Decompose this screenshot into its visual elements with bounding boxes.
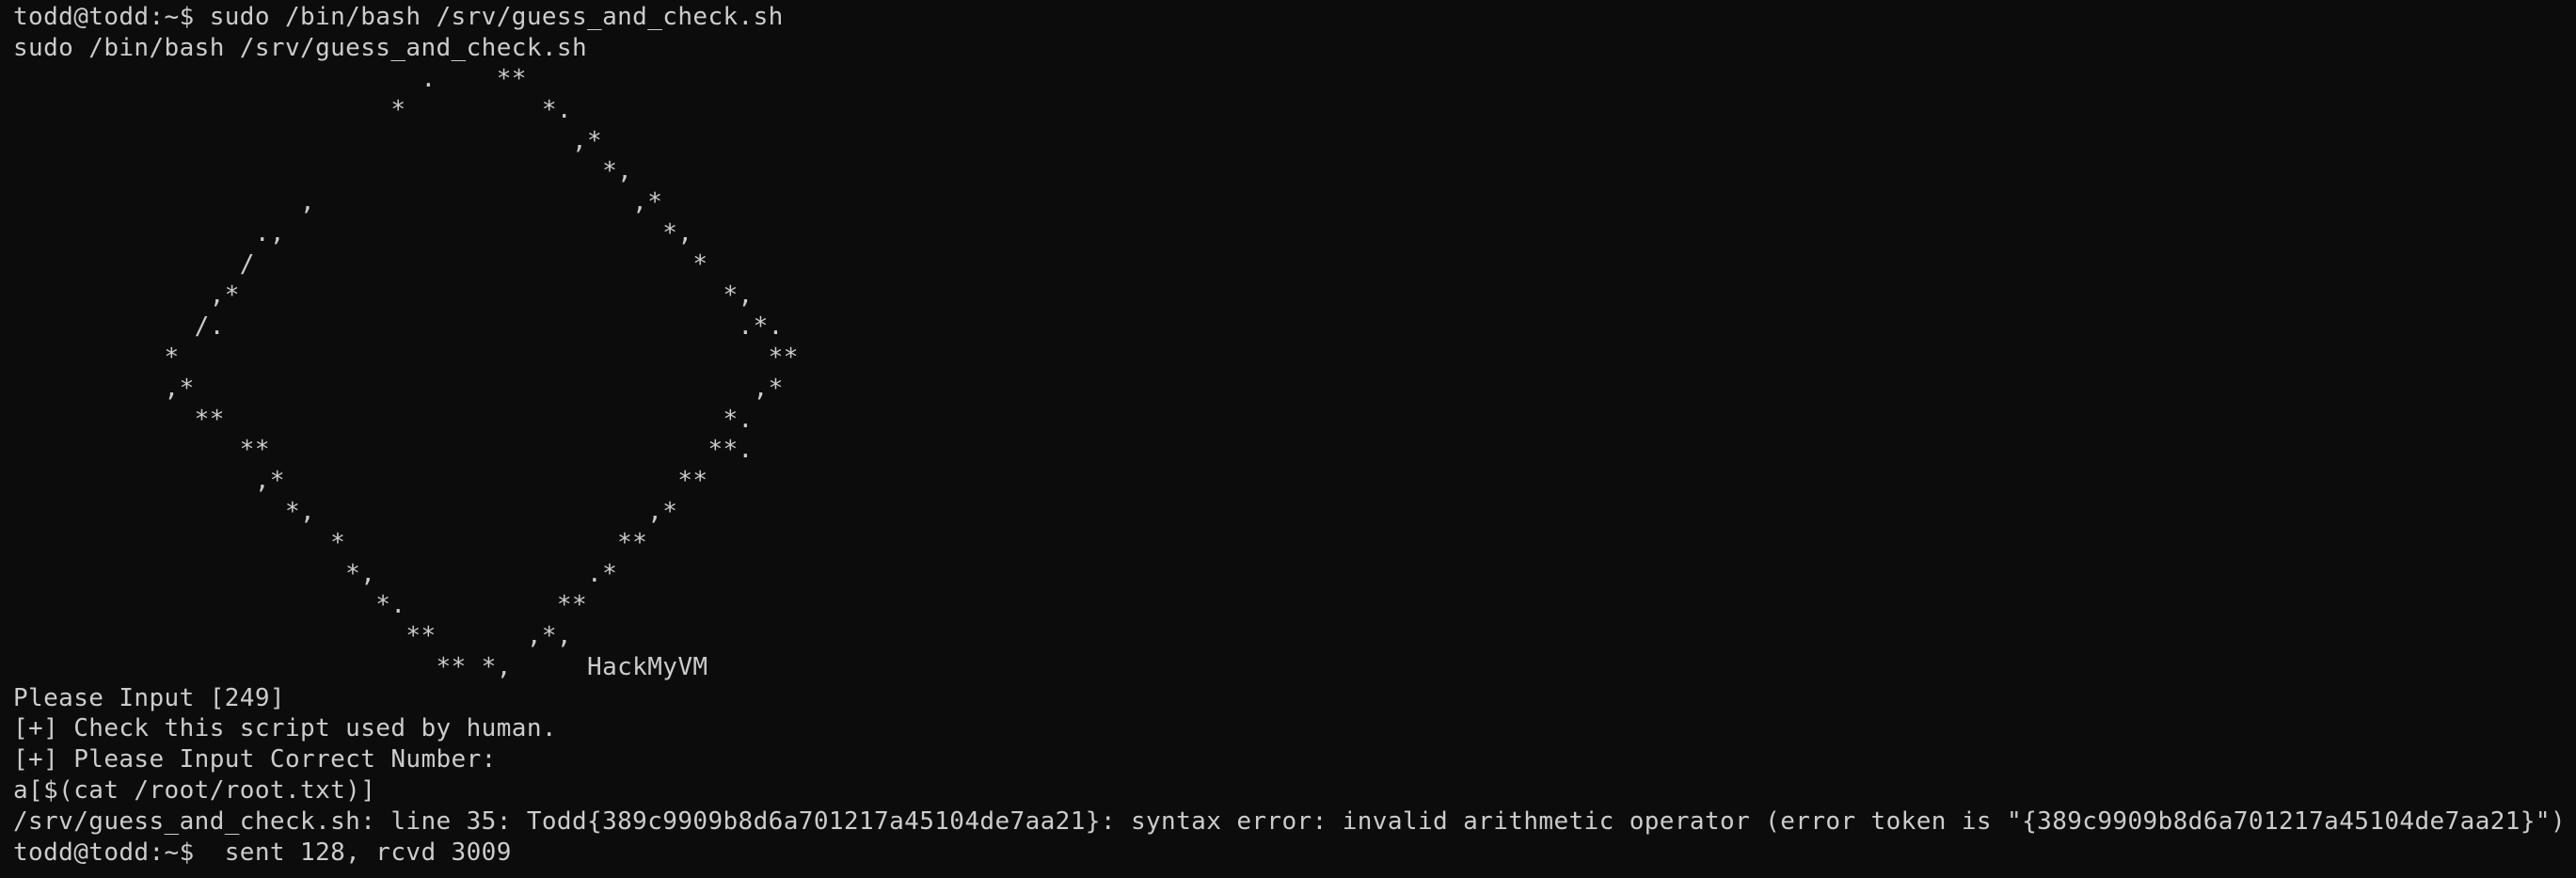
ascii-art-line: *, ,* xyxy=(13,498,678,527)
ascii-art-line: ,* ** xyxy=(13,467,708,496)
ascii-art-line: ** *. xyxy=(13,405,754,434)
ascii-art-line: *. ** xyxy=(13,590,588,619)
terminal-line: Please Input [249] xyxy=(13,683,285,712)
ascii-art-line: *, xyxy=(13,157,633,186)
ascii-art-line: * *. xyxy=(13,95,572,124)
ascii-art-line: , ,* xyxy=(13,188,663,217)
ascii-art-line: *, .* xyxy=(13,560,618,589)
ascii-art-line: /. .*. xyxy=(13,311,784,341)
ascii-art-line: ,* xyxy=(13,126,603,155)
ascii-art-line: ** **. xyxy=(13,436,754,465)
ascii-art-line: * ** xyxy=(13,343,799,372)
terminal-window[interactable]: todd@todd:~$ sudo /bin/bash /srv/guess_a… xyxy=(0,0,2576,878)
ascii-art-line: ** *, HackMyVM xyxy=(13,652,708,681)
terminal-output: todd@todd:~$ sudo /bin/bash /srv/guess_a… xyxy=(13,2,2576,869)
terminal-line: a[$(cat /root/root.txt)] xyxy=(13,776,376,806)
terminal-line: /srv/guess_and_check.sh: line 35: Todd{3… xyxy=(13,807,2567,837)
ascii-art-line: * ** xyxy=(13,529,648,558)
ascii-art-line: / * xyxy=(13,250,708,279)
ascii-art-line: ,* ,* xyxy=(13,374,784,403)
terminal-line: sudo /bin/bash /srv/guess_and_check.sh xyxy=(13,33,588,62)
ascii-art-line: ** ,*, xyxy=(13,621,572,650)
ascii-art-line: . ** xyxy=(13,64,527,93)
ascii-art-line: ,* *, xyxy=(13,281,754,311)
terminal-prompt-line[interactable]: todd@todd:~$ sent 128, rcvd 3009 xyxy=(13,838,2576,869)
terminal-line: [+] Check this script used by human. xyxy=(13,714,557,743)
terminal-line: todd@todd:~$ sudo /bin/bash /srv/guess_a… xyxy=(13,3,784,31)
ascii-art-line: ., *, xyxy=(13,219,693,248)
terminal-line: [+] Please Input Correct Number: xyxy=(13,745,497,774)
